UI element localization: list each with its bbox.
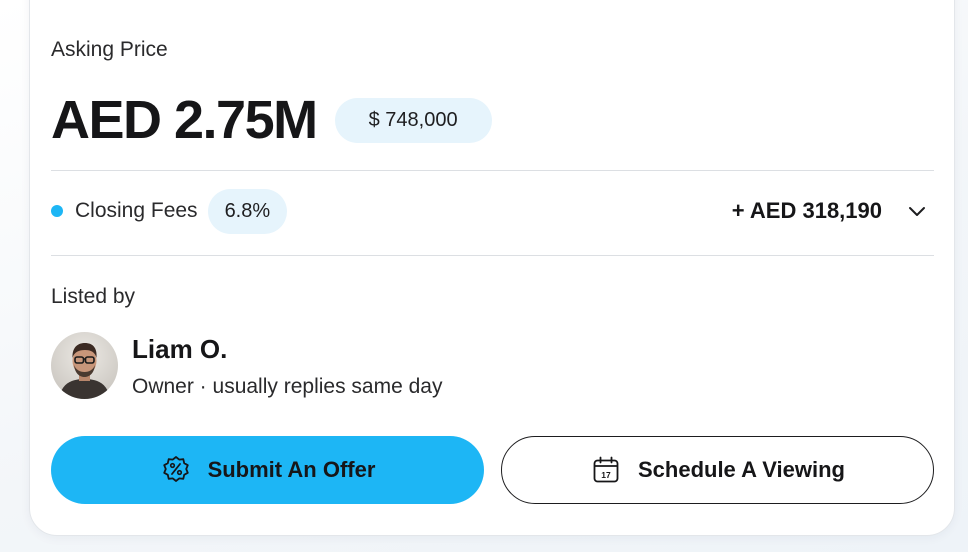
owner-name: Liam O. (132, 334, 228, 364)
closing-fees-percentage-badge: 6.8% (207, 188, 288, 234)
closing-fees-row[interactable]: Closing Fees 6.8% + AED 318,190 (51, 188, 934, 234)
closing-fees-dot-icon (51, 205, 63, 217)
usd-price-badge: $ 748,000 (334, 97, 492, 143)
divider (51, 255, 934, 256)
owner-reply-status: Owner · usually replies same day (132, 375, 443, 398)
owner-avatar (51, 332, 118, 399)
chevron-down-icon[interactable] (906, 200, 928, 222)
closing-fees-amount: + AED 318,190 (731, 198, 882, 223)
price-row: AED 2.75M $ 748,000 (51, 88, 492, 152)
schedule-viewing-label: Schedule A Viewing (637, 457, 845, 482)
discount-badge-icon (160, 454, 192, 486)
calendar-day-number: 17 (601, 470, 611, 480)
closing-fees-label: Closing Fees (75, 199, 198, 222)
divider (51, 170, 934, 171)
asking-price-value: AED 2.75M (51, 90, 318, 150)
calendar-icon: 17 (590, 454, 622, 486)
schedule-viewing-button[interactable]: 17 Schedule A Viewing (501, 436, 934, 504)
submit-offer-label: Submit An Offer (207, 457, 376, 482)
asking-price-label: Asking Price (51, 38, 168, 61)
listed-by-label: Listed by (51, 285, 136, 308)
submit-offer-button[interactable]: Submit An Offer (51, 436, 484, 504)
